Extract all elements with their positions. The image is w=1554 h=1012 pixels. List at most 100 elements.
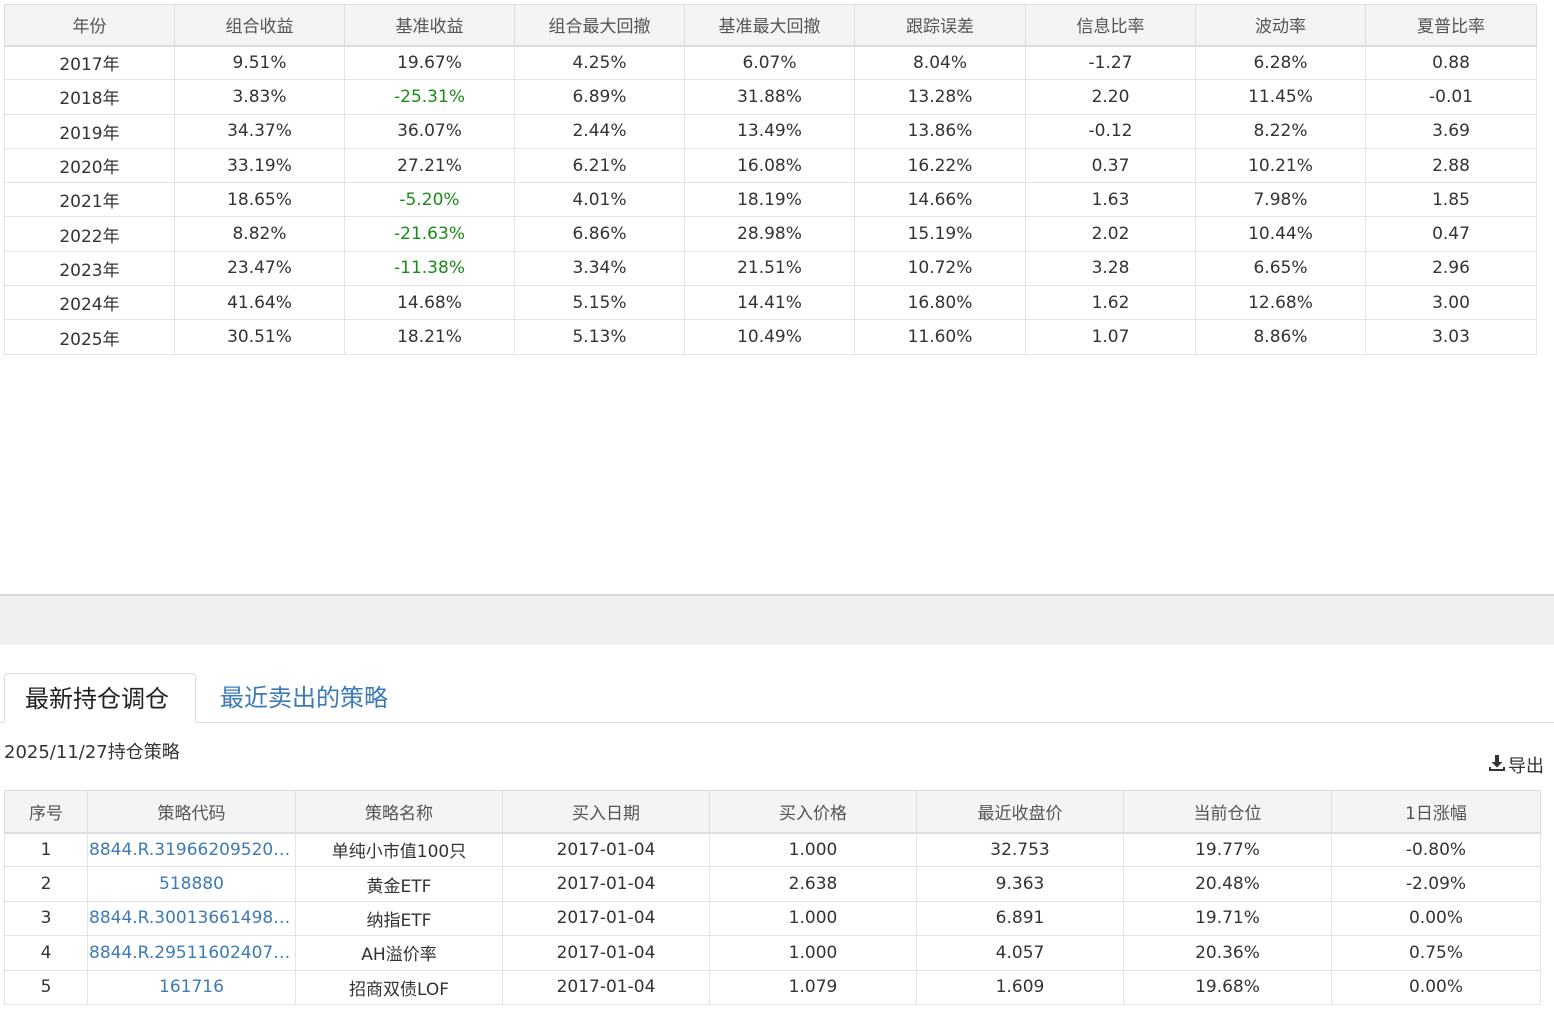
cell-information-ratio: -1.27: [1025, 44, 1196, 81]
cell-benchmark-return: -5.20%: [344, 182, 515, 218]
table-row: 5 161716 招商双债LOF 2017-01-04 1.079 1.609 19.68%…: [4, 969, 1541, 1005]
cell-buy-date: 2017-01-04: [502, 935, 710, 971]
cell-strategy-code[interactable]: 8844.R.295116024074...: [87, 935, 296, 971]
table-row: 3 8844.R.300136614984... 纳指ETF 2017-01-04 1.…: [4, 900, 1541, 937]
cell-buy-price: 1.000: [709, 900, 917, 937]
cell-sharpe-ratio: 0.88: [1365, 44, 1537, 81]
cell-portfolio-return: 41.64%: [174, 285, 345, 321]
cell-daily-change: 0.00%: [1331, 900, 1541, 937]
holding-date-label: 2025/11/27持仓策略: [4, 742, 180, 763]
cell-strategy-code[interactable]: 161716: [87, 969, 296, 1005]
header-benchmark-max-drawdown[interactable]: 基准最大回撤: [684, 4, 855, 46]
cell-buy-price: 1.000: [709, 831, 917, 868]
header-year[interactable]: 年份: [4, 4, 175, 46]
cell-last-close: 4.057: [916, 935, 1124, 971]
cell-benchmark-return: 36.07%: [344, 113, 515, 149]
table-row: 2019年 34.37% 36.07% 2.44% 13.49% 13.86% -0.12 8…: [4, 113, 1537, 149]
cell-portfolio-return: 18.65%: [174, 182, 345, 218]
header-volatility[interactable]: 波动率: [1195, 4, 1366, 46]
cell-index: 1: [4, 831, 88, 868]
header-daily-change[interactable]: 1日涨幅: [1331, 790, 1541, 833]
cell-benchmark-max-drawdown: 16.08%: [684, 147, 855, 184]
header-index[interactable]: 序号: [4, 790, 88, 833]
header-current-position[interactable]: 当前仓位: [1123, 790, 1332, 833]
cell-tracking-error: 13.28%: [854, 79, 1026, 115]
cell-strategy-name: 单纯小市值100只: [295, 831, 503, 868]
cell-volatility: 8.86%: [1195, 319, 1366, 355]
table-row: 2017年 9.51% 19.67% 4.25% 6.07% 8.04% -1.27 6.28…: [4, 44, 1537, 81]
cell-sharpe-ratio: 2.96: [1365, 250, 1537, 287]
cell-buy-price: 2.638: [709, 866, 917, 902]
cell-buy-date: 2017-01-04: [502, 900, 710, 937]
section-divider: [0, 594, 1554, 645]
cell-benchmark-return: -11.38%: [344, 250, 515, 287]
cell-benchmark-max-drawdown: 14.41%: [684, 285, 855, 321]
holdings-tabs: 最新持仓调仓 最近卖出的策略: [0, 673, 1554, 723]
header-strategy-code[interactable]: 策略代码: [87, 790, 296, 833]
cell-buy-date: 2017-01-04: [502, 866, 710, 902]
cell-current-position: 20.48%: [1123, 866, 1332, 902]
header-sharpe-ratio[interactable]: 夏普比率: [1365, 4, 1537, 46]
cell-tracking-error: 15.19%: [854, 216, 1026, 252]
header-portfolio-return[interactable]: 组合收益: [174, 4, 345, 46]
cell-last-close: 1.609: [916, 969, 1124, 1005]
cell-benchmark-return: 27.21%: [344, 147, 515, 184]
cell-tracking-error: 13.86%: [854, 113, 1026, 149]
tab-latest-holdings[interactable]: 最新持仓调仓: [4, 673, 196, 723]
cell-strategy-code[interactable]: 8844.R.319662095201...: [87, 831, 296, 868]
cell-benchmark-return: -25.31%: [344, 79, 515, 115]
yearly-header-row: 年份 组合收益 基准收益 组合最大回撤 基准最大回撤 跟踪误差 信息比率 波动率…: [4, 4, 1537, 46]
cell-current-position: 19.68%: [1123, 969, 1332, 1005]
table-row: 1 8844.R.319662095201... 单纯小市值100只 2017-01-…: [4, 831, 1541, 868]
cell-information-ratio: 1.62: [1025, 285, 1196, 321]
cell-year: 2021年: [4, 182, 175, 218]
cell-year: 2022年: [4, 216, 175, 252]
cell-tracking-error: 16.80%: [854, 285, 1026, 321]
cell-sharpe-ratio: 1.85: [1365, 182, 1537, 218]
cell-last-close: 32.753: [916, 831, 1124, 868]
cell-information-ratio: 2.02: [1025, 216, 1196, 252]
table-row: 4 8844.R.295116024074... AH溢价率 2017-01-04 1.…: [4, 935, 1541, 971]
export-button[interactable]: 导出: [1488, 752, 1544, 778]
tab-recently-sold[interactable]: 最近卖出的策略: [200, 673, 408, 723]
cell-sharpe-ratio: 2.88: [1365, 147, 1537, 184]
cell-benchmark-max-drawdown: 28.98%: [684, 216, 855, 252]
header-buy-price[interactable]: 买入价格: [709, 790, 917, 833]
cell-year: 2017年: [4, 44, 175, 81]
cell-sharpe-ratio: 3.69: [1365, 113, 1537, 149]
cell-daily-change: 0.00%: [1331, 969, 1541, 1005]
cell-index: 4: [4, 935, 88, 971]
cell-index: 2: [4, 866, 88, 902]
cell-portfolio-max-drawdown: 5.15%: [514, 285, 685, 321]
cell-current-position: 19.77%: [1123, 831, 1332, 868]
table-row: 2018年 3.83% -25.31% 6.89% 31.88% 13.28% 2.20 11…: [4, 79, 1537, 115]
cell-year: 2024年: [4, 285, 175, 321]
cell-strategy-name: AH溢价率: [295, 935, 503, 971]
header-strategy-name[interactable]: 策略名称: [295, 790, 503, 833]
cell-portfolio-return: 30.51%: [174, 319, 345, 355]
cell-daily-change: -0.80%: [1331, 831, 1541, 868]
cell-benchmark-max-drawdown: 18.19%: [684, 182, 855, 218]
header-information-ratio[interactable]: 信息比率: [1025, 4, 1196, 46]
header-portfolio-max-drawdown[interactable]: 组合最大回撤: [514, 4, 685, 46]
header-buy-date[interactable]: 买入日期: [502, 790, 710, 833]
cell-sharpe-ratio: 3.03: [1365, 319, 1537, 355]
cell-portfolio-return: 33.19%: [174, 147, 345, 184]
header-benchmark-return[interactable]: 基准收益: [344, 4, 515, 46]
cell-volatility: 6.28%: [1195, 44, 1366, 81]
cell-strategy-code[interactable]: 518880: [87, 866, 296, 902]
cell-information-ratio: 1.07: [1025, 319, 1196, 355]
cell-daily-change: -2.09%: [1331, 866, 1541, 902]
header-tracking-error[interactable]: 跟踪误差: [854, 4, 1026, 46]
cell-information-ratio: 3.28: [1025, 250, 1196, 287]
header-last-close[interactable]: 最近收盘价: [916, 790, 1124, 833]
cell-year: 2023年: [4, 250, 175, 287]
cell-index: 5: [4, 969, 88, 1005]
cell-strategy-code[interactable]: 8844.R.300136614984...: [87, 900, 296, 937]
cell-tracking-error: 10.72%: [854, 250, 1026, 287]
table-row: 2021年 18.65% -5.20% 4.01% 18.19% 14.66% 1.63 7.…: [4, 182, 1537, 218]
yearly-performance-table: 年份 组合收益 基准收益 组合最大回撤 基准最大回撤 跟踪误差 信息比率 波动率…: [4, 4, 1537, 355]
cell-sharpe-ratio: 3.00: [1365, 285, 1537, 321]
cell-current-position: 19.71%: [1123, 900, 1332, 937]
cell-information-ratio: -0.12: [1025, 113, 1196, 149]
